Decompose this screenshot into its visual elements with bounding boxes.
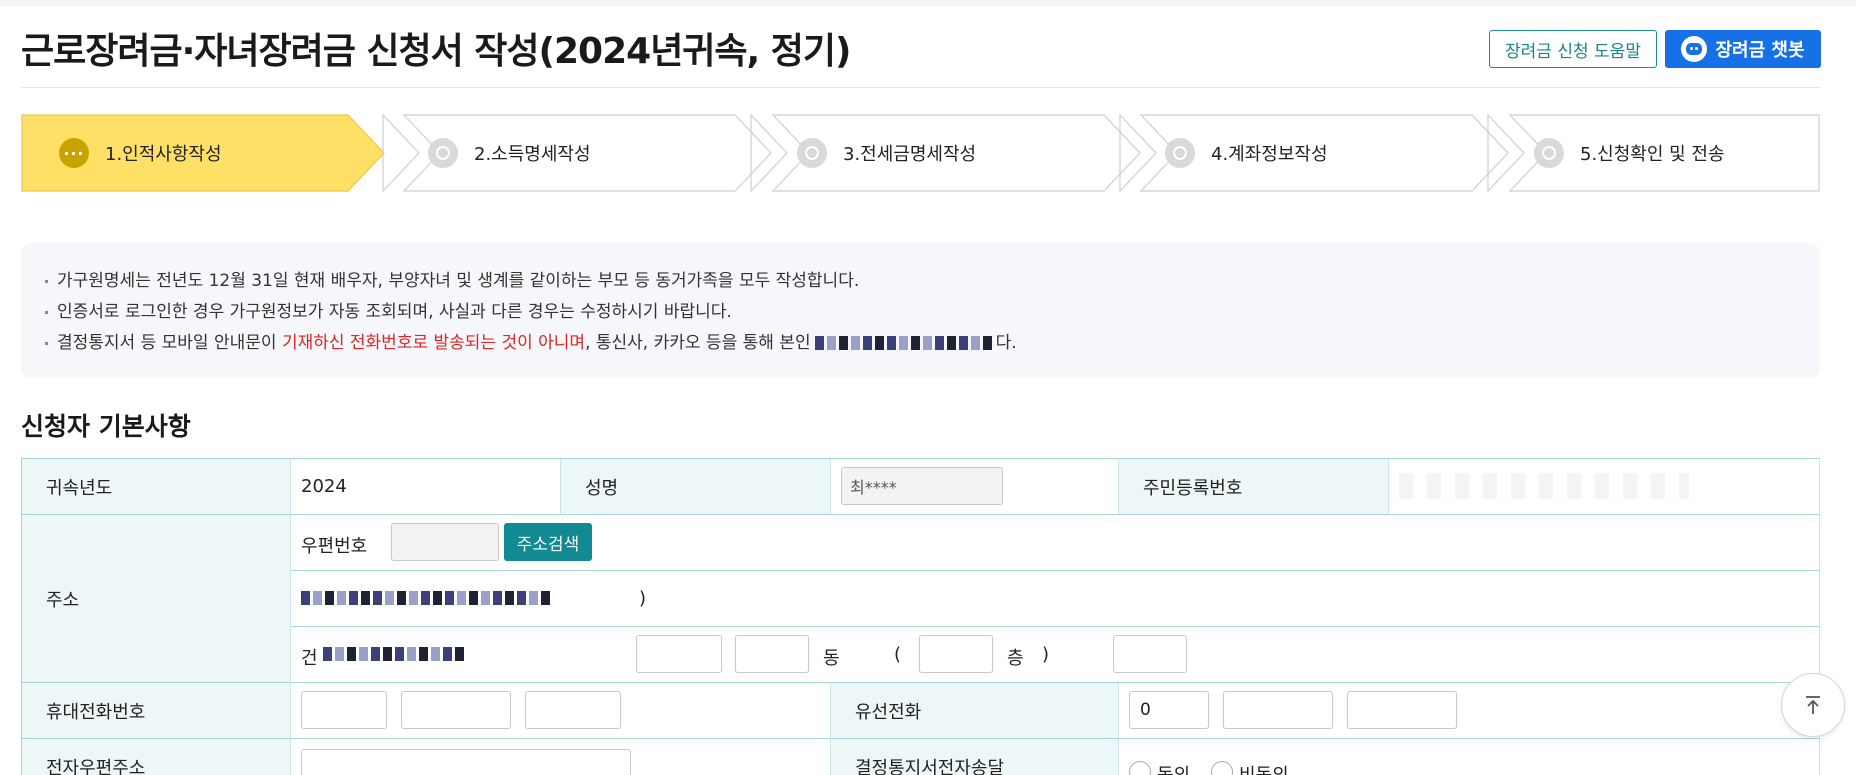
step-2-income[interactable]: 2.소득명세작성	[428, 114, 591, 192]
agree-label: 동의	[1157, 761, 1190, 775]
circle-icon	[797, 138, 827, 168]
rrn-cell	[1389, 459, 1820, 515]
postal-code-field	[391, 523, 499, 561]
warning-text: 기재하신 전화번호로 발송되는 것이 아니며	[281, 333, 586, 353]
address-redacted	[301, 591, 550, 605]
page-title: 근로장려금·자녀장려금 신청서 작성(2024년귀속, 정기)	[21, 31, 851, 72]
address-search-button[interactable]: 주소검색	[504, 523, 592, 561]
landline-field-3[interactable]	[1347, 691, 1457, 729]
chatbot-button-label: 장려금 챗봇	[1715, 40, 1805, 61]
year-value: 2024	[291, 459, 561, 515]
unit-field[interactable]	[1113, 635, 1187, 673]
address-line-row: )	[291, 571, 1820, 627]
name-label: 성명	[561, 459, 831, 515]
open-paren: (	[894, 644, 902, 665]
address-detail-prefix: 건	[301, 648, 318, 669]
disagree-radio[interactable]	[1211, 761, 1233, 775]
email-label: 전자우편주소	[21, 739, 291, 775]
page-header: 근로장려금·자녀장려금 신청서 작성(2024년귀속, 정기) 장려금 신청 도…	[21, 22, 1821, 88]
step-2-label: 2.소득명세작성	[474, 144, 591, 165]
top-border	[0, 0, 1856, 6]
notice-line-1: 가구원명세는 전년도 12월 31일 현재 배우자, 부양자녀 및 생계를 같이…	[45, 266, 1820, 297]
more-dots-icon: ···	[59, 138, 89, 168]
step-1-personal-info[interactable]: ··· 1.인적사항작성	[59, 114, 222, 192]
address-detail-redacted	[323, 647, 464, 661]
mobile-cell	[291, 683, 831, 739]
close-paren: )	[1042, 644, 1050, 665]
address-label: 주소	[21, 515, 291, 683]
landline-label: 유선전화	[831, 683, 1119, 739]
landline-field-1[interactable]: 0	[1129, 691, 1209, 729]
notice-line-3: 결정통지서 등 모바일 안내문이 기재하신 전화번호로 발송되는 것이 아니며,…	[45, 328, 1820, 359]
circle-icon	[428, 138, 458, 168]
landline-field-2[interactable]	[1223, 691, 1333, 729]
step-progress: ··· 1.인적사항작성 2.소득명세작성 3.전세금명세작성 4.계좌정보작성…	[21, 114, 1820, 192]
notice-box: 가구원명세는 전년도 12월 31일 현재 배우자, 부양자녀 및 생계를 같이…	[21, 243, 1820, 378]
mobile-label: 휴대전화번호	[21, 683, 291, 739]
postal-label: 우편번호	[301, 536, 368, 557]
arrow-up-icon	[1806, 696, 1820, 714]
redacted-text	[814, 336, 992, 350]
mobile-field-3[interactable]	[525, 691, 621, 729]
mobile-field-1[interactable]	[301, 691, 387, 729]
notice-line-2: 인증서로 로그인한 경우 가구원정보가 자동 조회되며, 사실과 다른 경우는 …	[45, 297, 1820, 328]
address-detail-field[interactable]	[636, 635, 722, 673]
applicant-form: 귀속년도 2024 성명 최**** 주민등록번호 주소 우편번호 주소검색 )…	[21, 458, 1820, 775]
step-3-label: 3.전세금명세작성	[843, 144, 977, 165]
name-field: 최****	[841, 467, 1003, 505]
step-5-confirm[interactable]: 5.신청확인 및 전송	[1534, 114, 1725, 192]
step-5-label: 5.신청확인 및 전송	[1580, 144, 1725, 165]
step-1-label: 1.인적사항작성	[105, 144, 222, 165]
applicant-section-title: 신청자 기본사항	[21, 412, 191, 441]
rrn-label: 주민등록번호	[1119, 459, 1389, 515]
postal-row: 우편번호 주소검색	[291, 515, 1820, 571]
step-3-deposit[interactable]: 3.전세금명세작성	[797, 114, 976, 192]
dong-label: 동	[823, 648, 840, 669]
address-line-suffix: )	[639, 588, 647, 609]
chatbot-icon	[1681, 36, 1708, 62]
dong-field[interactable]	[735, 635, 809, 673]
circle-icon	[1534, 138, 1564, 168]
step-4-account[interactable]: 4.계좌정보작성	[1165, 114, 1328, 192]
e-delivery-label: 결정통지서전자송달	[831, 739, 1119, 775]
address-detail-row: 건 동 ( 층 )	[291, 627, 1820, 683]
year-label: 귀속년도	[21, 459, 291, 515]
landline-cell: 0	[1119, 683, 1820, 739]
floor-label: 층	[1007, 648, 1024, 669]
email-field[interactable]	[301, 749, 631, 775]
floor-field[interactable]	[919, 635, 993, 673]
incentive-help-button[interactable]: 장려금 신청 도움말	[1489, 30, 1657, 68]
email-cell	[291, 739, 831, 775]
disagree-label: 비동의	[1239, 761, 1289, 775]
rrn-redacted	[1399, 473, 1689, 499]
agree-radio[interactable]	[1129, 761, 1151, 775]
scroll-to-top-button[interactable]	[1781, 673, 1845, 737]
mobile-field-2[interactable]	[401, 691, 511, 729]
chatbot-button[interactable]: 장려금 챗봇	[1665, 30, 1821, 68]
e-delivery-cell: 동의 비동의	[1119, 739, 1820, 775]
name-cell: 최****	[831, 459, 1119, 515]
circle-icon	[1165, 138, 1195, 168]
step-4-label: 4.계좌정보작성	[1211, 144, 1328, 165]
